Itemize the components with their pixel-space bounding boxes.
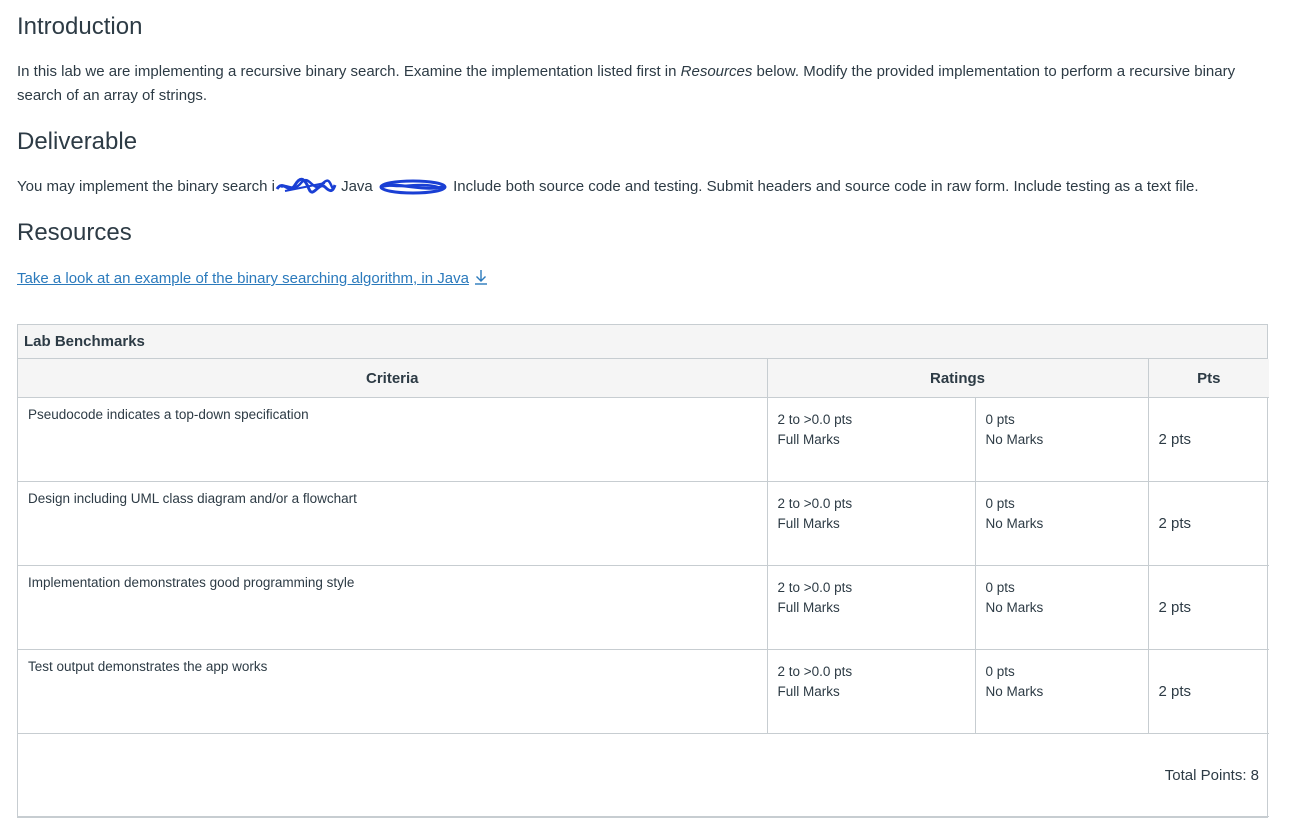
ratings-cell: 2 to >0.0 pts Full Marks 0 pts No Marks xyxy=(767,649,1149,734)
pts-column-header: Pts xyxy=(1148,359,1269,398)
rubric-row: Pseudocode indicates a top-down specific… xyxy=(18,397,1269,482)
rating-description: Full Marks xyxy=(777,516,840,531)
criterion-points: 2 pts xyxy=(1148,481,1269,566)
rating-description: No Marks xyxy=(985,600,1044,615)
rating-description: No Marks xyxy=(985,684,1044,699)
introduction-paragraph: In this lab we are implementing a recurs… xyxy=(17,60,1262,108)
rating-no-marks: 0 pts No Marks xyxy=(976,566,1148,649)
rating-no-marks: 0 pts No Marks xyxy=(976,398,1148,481)
criteria-column-header: Criteria xyxy=(18,359,768,398)
rating-points: 2 to >0.0 pts xyxy=(777,496,853,511)
java-example-download-link[interactable]: Take a look at an example of the binary … xyxy=(17,267,489,291)
ratings-cell: 2 to >0.0 pts Full Marks 0 pts No Marks xyxy=(767,481,1149,566)
criterion-description: Implementation demonstrates good program… xyxy=(18,565,768,650)
rating-full-marks: 2 to >0.0 pts Full Marks xyxy=(768,398,976,481)
java-example-link-text: Take a look at an example of the binary … xyxy=(17,270,469,287)
intro-resources-emphasis: Resources xyxy=(680,63,753,80)
rating-points: 2 to >0.0 pts xyxy=(777,664,853,679)
rubric-total-row: Total Points: 8 xyxy=(18,733,1269,817)
deliverable-heading: Deliverable xyxy=(17,128,138,155)
criterion-description: Design including UML class diagram and/o… xyxy=(18,481,768,566)
deliverable-text-1: You may implement the binary search i xyxy=(17,178,275,195)
redaction-scribble-2 xyxy=(379,179,447,195)
deliverable-text-2: Java xyxy=(336,178,377,195)
criterion-points: 2 pts xyxy=(1148,397,1269,482)
rating-no-marks: 0 pts No Marks xyxy=(976,482,1148,565)
introduction-heading: Introduction xyxy=(17,13,143,40)
rating-points: 0 pts xyxy=(985,664,1015,679)
criterion-points: 2 pts xyxy=(1148,565,1269,650)
rubric-row: Test output demonstrates the app works 2… xyxy=(18,649,1269,734)
rubric-row: Design including UML class diagram and/o… xyxy=(18,481,1269,566)
rating-points: 2 to >0.0 pts xyxy=(777,412,853,427)
ratings-cell: 2 to >0.0 pts Full Marks 0 pts No Marks xyxy=(767,565,1149,650)
download-icon xyxy=(474,270,487,285)
rubric-row: Implementation demonstrates good program… xyxy=(18,565,1269,650)
total-points: Total Points: 8 xyxy=(18,733,1269,817)
rating-full-marks: 2 to >0.0 pts Full Marks xyxy=(768,650,976,733)
rating-full-marks: 2 to >0.0 pts Full Marks xyxy=(768,482,976,565)
criterion-description: Test output demonstrates the app works xyxy=(18,649,768,734)
rating-no-marks: 0 pts No Marks xyxy=(976,650,1148,733)
redaction-scribble-1 xyxy=(275,177,337,194)
rating-points: 0 pts xyxy=(985,496,1015,511)
resources-heading: Resources xyxy=(17,219,132,246)
rating-description: No Marks xyxy=(985,516,1044,531)
ratings-column-header: Ratings xyxy=(767,359,1149,398)
intro-text-1: In this lab we are implementing a recurs… xyxy=(17,63,681,80)
rubric-caption: Lab Benchmarks xyxy=(18,325,1267,359)
rating-points: 0 pts xyxy=(985,412,1015,427)
ratings-cell: 2 to >0.0 pts Full Marks 0 pts No Marks xyxy=(767,397,1149,482)
rubric-table: Lab Benchmarks Criteria Ratings Pts Pseu… xyxy=(17,324,1269,818)
rubric-header-row: Criteria Ratings Pts xyxy=(18,359,1269,398)
rating-description: Full Marks xyxy=(777,684,840,699)
rubric-grid: Criteria Ratings Pts Pseudocode indicate… xyxy=(18,359,1269,817)
deliverable-paragraph: You may implement the binary search i Ja… xyxy=(17,175,1262,199)
rating-full-marks: 2 to >0.0 pts Full Marks xyxy=(768,566,976,649)
rating-points: 0 pts xyxy=(985,580,1015,595)
criterion-points: 2 pts xyxy=(1148,649,1269,734)
deliverable-text-3: Include both source code and testing. Su… xyxy=(448,178,1199,195)
rating-points: 2 to >0.0 pts xyxy=(777,580,853,595)
rating-description: Full Marks xyxy=(777,432,840,447)
rating-description: Full Marks xyxy=(777,600,840,615)
criterion-description: Pseudocode indicates a top-down specific… xyxy=(18,397,768,482)
rating-description: No Marks xyxy=(985,432,1044,447)
